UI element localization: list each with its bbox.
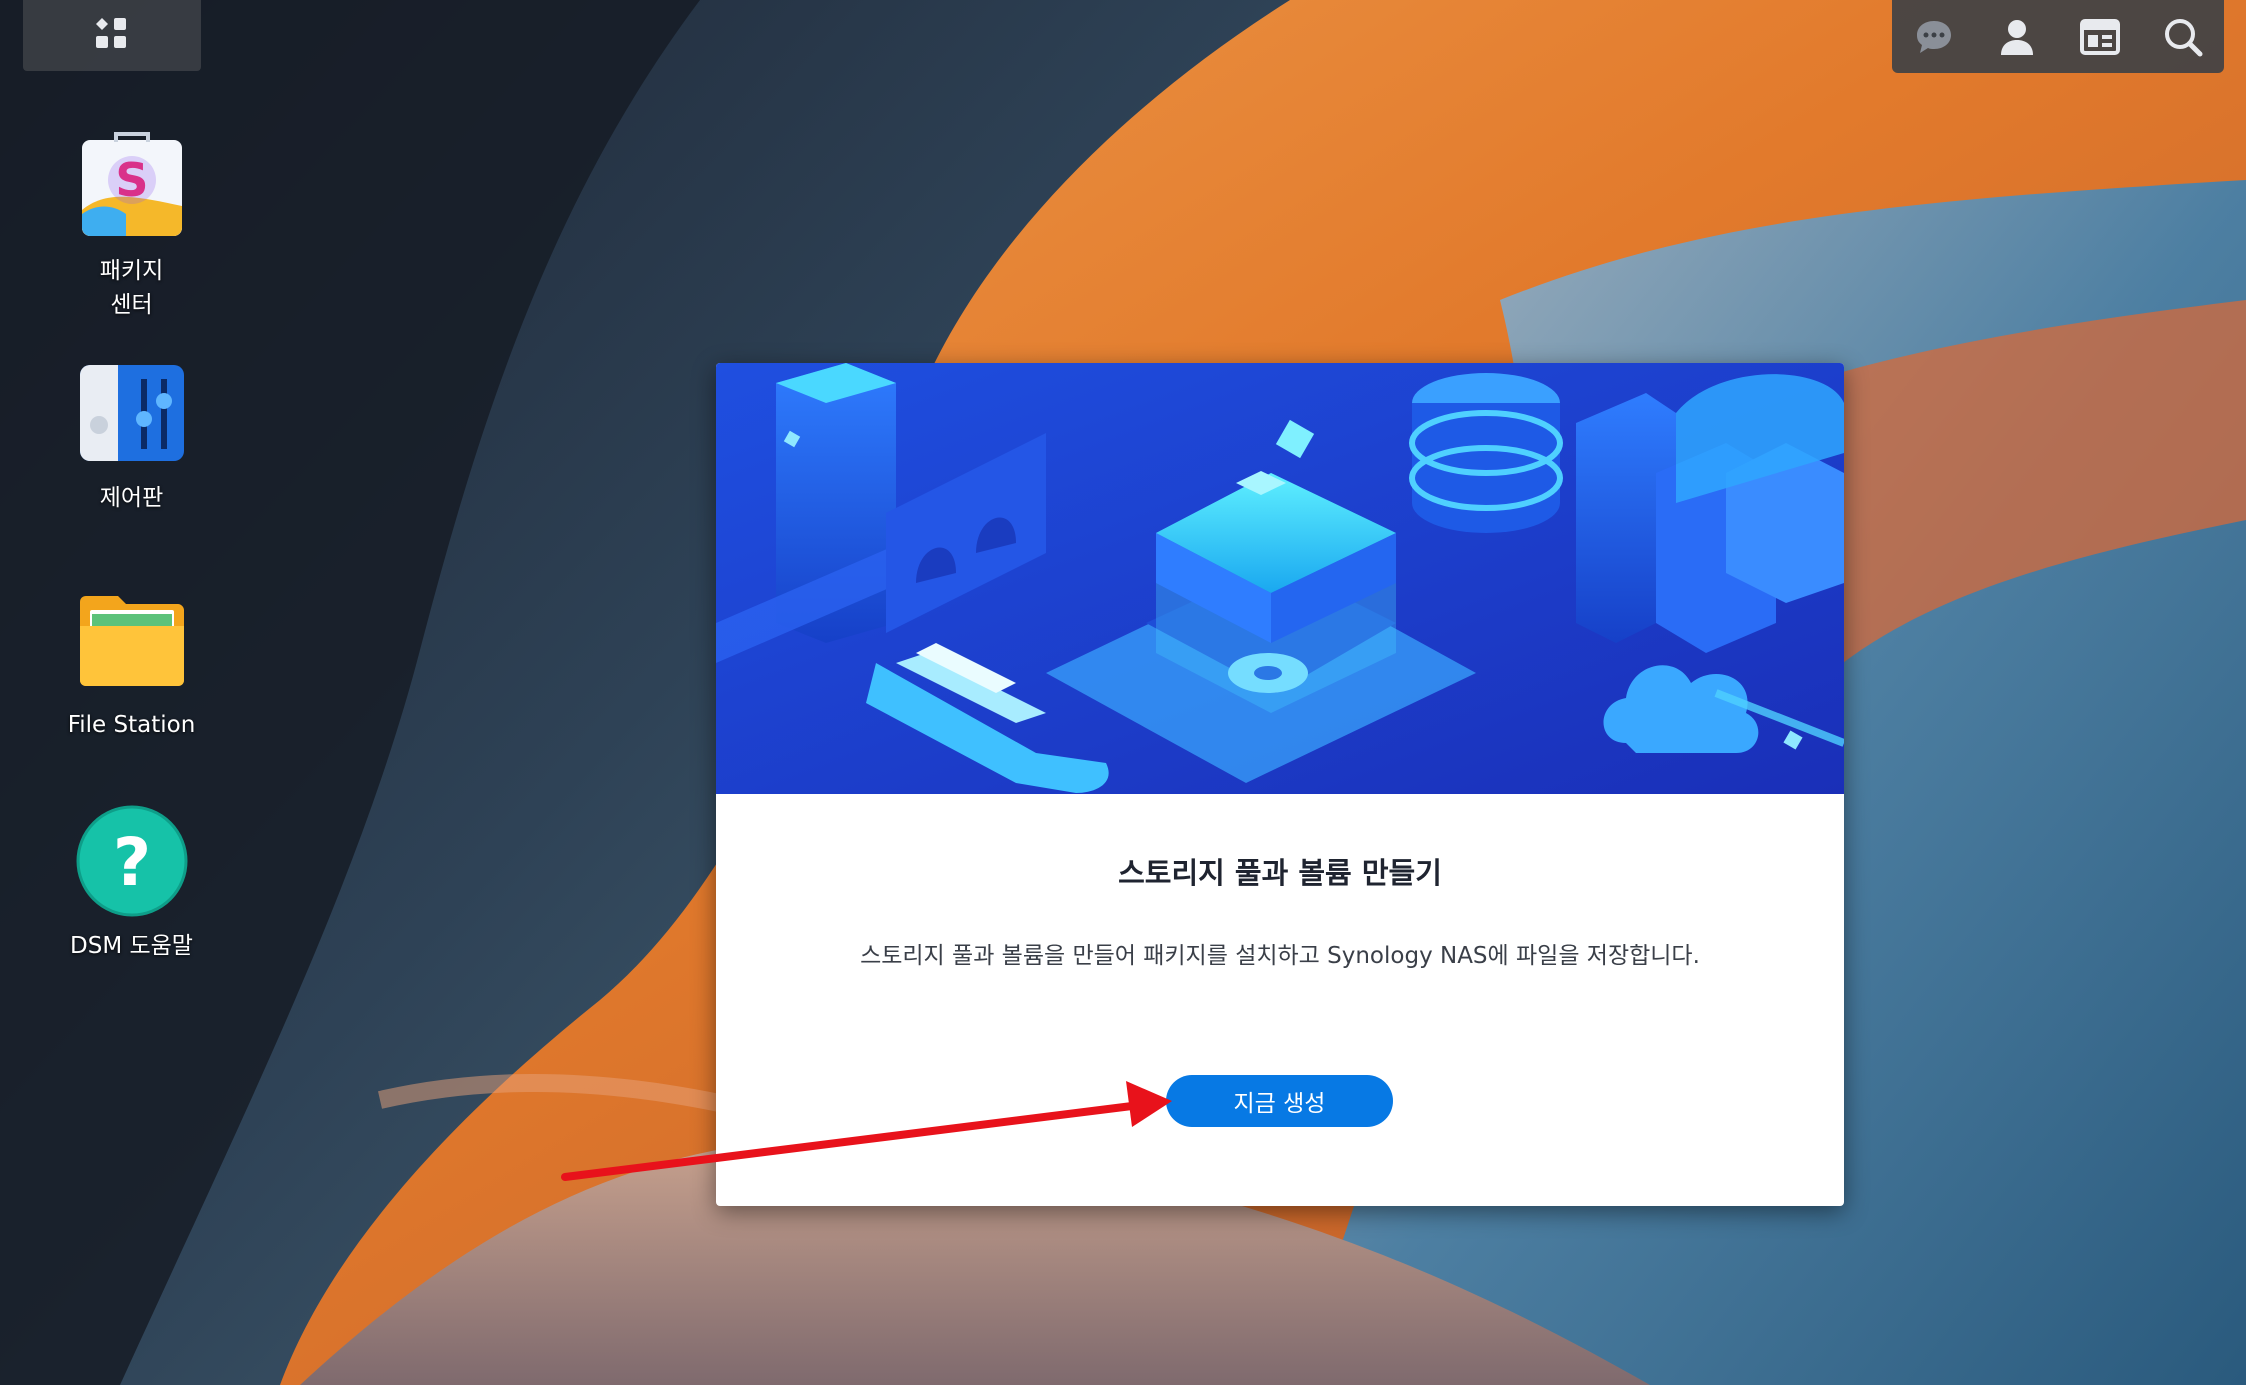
widgets-icon[interactable] — [2076, 13, 2124, 61]
user-icon[interactable] — [1993, 13, 2041, 61]
desktop-icon-package-center[interactable]: S 패키지 센터 — [40, 130, 223, 322]
top-right-toolbar — [1892, 0, 2224, 73]
file-station-icon — [76, 584, 188, 696]
desktop-icon-file-station[interactable]: File Station — [40, 584, 223, 742]
desktop-icon-label: 제어판 — [99, 485, 164, 511]
main-menu-icon — [92, 14, 132, 58]
create-storage-dialog: 스토리지 풀과 볼륨 만들기 스토리지 풀과 볼륨을 만들어 패키지를 설치하고… — [716, 363, 1844, 1206]
control-panel-icon — [76, 357, 188, 469]
svg-text:S: S — [115, 153, 148, 207]
package-center-icon: S — [76, 130, 188, 242]
chat-icon[interactable] — [1910, 13, 1958, 61]
dialog-title: 스토리지 풀과 볼륨 만들기 — [1118, 856, 1442, 890]
storage-illustration-banner — [716, 363, 1844, 794]
search-icon[interactable] — [2159, 13, 2207, 61]
desktop-icon-label: File Station — [67, 712, 196, 738]
desktop-icon-dsm-help[interactable]: ? DSM 도움말 — [40, 805, 223, 963]
desktop-icon-label: 패키지 센터 — [99, 258, 164, 318]
main-menu-button[interactable] — [23, 0, 201, 71]
create-now-button[interactable]: 지금 생성 — [1166, 1075, 1393, 1127]
dialog-description: 스토리지 풀과 볼륨을 만들어 패키지를 설치하고 Synology NAS에 … — [860, 943, 1700, 969]
desktop-icon-label: DSM 도움말 — [70, 933, 193, 959]
help-icon: ? — [76, 805, 188, 917]
svg-text:?: ? — [112, 824, 150, 901]
desktop-icon-control-panel[interactable]: 제어판 — [40, 357, 223, 515]
